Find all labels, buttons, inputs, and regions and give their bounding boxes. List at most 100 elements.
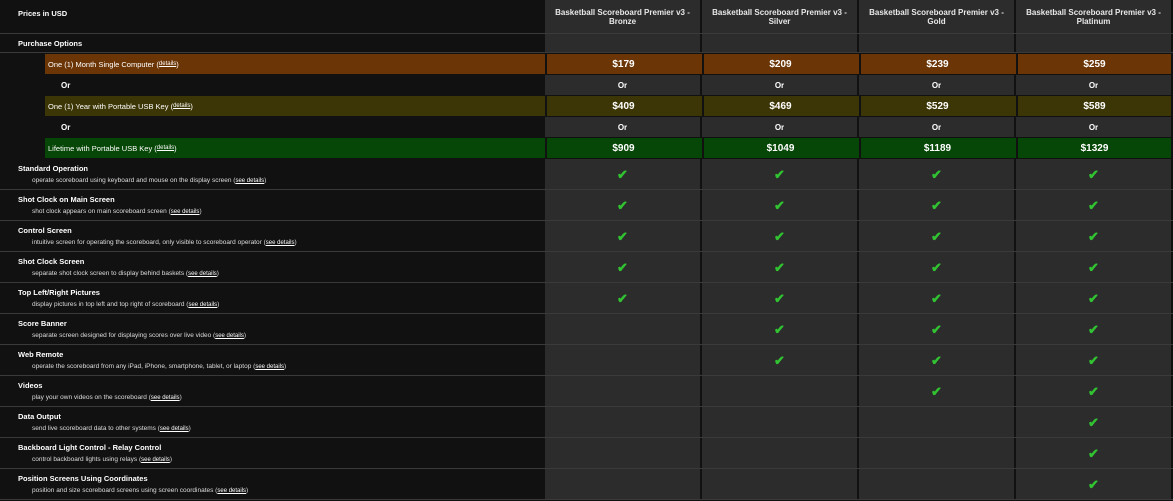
- check-icon: ✔: [1088, 383, 1099, 399]
- feature-cell: ✔: [859, 376, 1014, 406]
- see-details-link[interactable]: see details: [188, 302, 217, 308]
- column-title: Basketball Scoreboard Premier v3 - Silve…: [712, 7, 847, 26]
- check-icon: ✔: [1088, 259, 1099, 275]
- feature-desc-text: separate screen designed for displaying …: [32, 332, 216, 339]
- feature-cell: ✔: [702, 159, 857, 189]
- see-details-link[interactable]: see details: [215, 333, 244, 339]
- option-label: One (1) Month Single Computer (details): [48, 53, 179, 75]
- or-cell: Or: [1016, 117, 1171, 137]
- details-link[interactable]: details: [159, 61, 176, 67]
- check-icon: ✔: [1088, 290, 1099, 306]
- option-label: Lifetime with Portable USB Key (details): [48, 137, 177, 159]
- feature-desc-close: ): [199, 208, 202, 215]
- feature-cell: ✔: [545, 159, 700, 189]
- feature-cell: [859, 407, 1014, 437]
- price-cell[interactable]: $1049: [702, 138, 857, 158]
- feature-desc-text: control backboard lights using relays (: [32, 456, 142, 463]
- price-value: $589: [1083, 100, 1106, 112]
- feature-desc-text: play your own videos on the scoreboard (: [32, 394, 151, 401]
- feature-cell: ✔: [859, 159, 1014, 189]
- check-icon: ✔: [617, 228, 628, 244]
- feature-cell: [859, 469, 1014, 499]
- price-cell[interactable]: $469: [702, 96, 857, 116]
- see-details-link[interactable]: see details: [188, 271, 217, 277]
- feature-desc-close: ): [243, 332, 247, 339]
- option-name-close: ): [176, 59, 179, 69]
- feature-cell: [702, 469, 857, 499]
- details-link[interactable]: details: [173, 103, 190, 109]
- see-details-link[interactable]: see details: [171, 209, 200, 215]
- check-icon: ✔: [931, 166, 942, 182]
- see-details-link[interactable]: see details: [160, 426, 189, 432]
- feature-row: Backboard Light Control - Relay Control c…: [0, 438, 1173, 469]
- check-icon: ✔: [617, 166, 628, 182]
- see-details-link[interactable]: see details: [151, 395, 180, 401]
- price-value: $469: [769, 100, 792, 112]
- feature-row: Score Banner separate screen designed for…: [0, 314, 1173, 345]
- price-value: $1329: [1080, 142, 1109, 154]
- feature-desc-text: display pictures in top left and top rig…: [32, 301, 189, 308]
- check-icon: ✔: [1088, 321, 1099, 337]
- option-name: One (1) Year with Portable USB Key (: [48, 101, 174, 111]
- or-label: Or: [61, 122, 71, 132]
- feature-desc-close: ): [169, 456, 172, 463]
- feature-desc-close: ): [294, 239, 297, 246]
- price-cell[interactable]: $1189: [859, 138, 1014, 158]
- column-header: Basketball Scoreboard Premier v3 - Silve…: [702, 0, 857, 33]
- feature-cell: ✔: [859, 283, 1014, 313]
- feature-desc-close: ): [179, 394, 182, 401]
- see-details-link[interactable]: see details: [255, 364, 284, 370]
- check-icon: ✔: [1088, 445, 1099, 461]
- price-cell[interactable]: $1329: [1016, 138, 1171, 158]
- or-label: Or: [61, 80, 71, 90]
- price-cell[interactable]: $179: [545, 54, 700, 74]
- feature-desc-text: separate shot clock screen to display be…: [32, 270, 189, 277]
- check-icon: ✔: [931, 228, 942, 244]
- price-cell[interactable]: $209: [702, 54, 857, 74]
- feature-description: send live scoreboard data to other syste…: [32, 425, 191, 432]
- feature-cell: ✔: [702, 345, 857, 375]
- feature-cell: ✔: [545, 252, 700, 282]
- prices-label: Prices in USD: [18, 9, 68, 18]
- purchase-option-row: One (1) Year with Portable USB Key (deta…: [0, 95, 1173, 117]
- feature-title: Score Banner: [18, 319, 67, 328]
- price-cell[interactable]: $529: [859, 96, 1014, 116]
- check-icon: ✔: [617, 259, 628, 275]
- feature-desc-text: operate the scoreboard from any iPad, iP…: [32, 363, 256, 370]
- details-link[interactable]: details: [157, 145, 174, 151]
- feature-title: Videos: [18, 381, 43, 390]
- column-header: Basketball Scoreboard Premier v3 - Bronz…: [545, 0, 700, 33]
- price-cell[interactable]: $909: [545, 138, 700, 158]
- or-cell: Or: [545, 117, 700, 137]
- column-spacer: [702, 34, 857, 52]
- or-row: Or Or Or Or Or: [45, 75, 1173, 95]
- feature-cell: ✔: [859, 252, 1014, 282]
- see-details-link[interactable]: see details: [217, 488, 246, 494]
- or-cell: Or: [859, 75, 1014, 95]
- check-icon: ✔: [774, 197, 785, 213]
- or-text: Or: [774, 122, 785, 132]
- price-cell[interactable]: $239: [859, 54, 1014, 74]
- purchase-option-row: Lifetime with Portable USB Key (details)…: [0, 137, 1173, 159]
- purchase-options-label: Purchase Options: [18, 39, 83, 48]
- or-text: Or: [931, 122, 942, 132]
- feature-desc-close: ): [264, 177, 267, 184]
- option-name: Lifetime with Portable USB Key (: [48, 143, 157, 153]
- purchase-options-row: Purchase Options: [0, 34, 1173, 53]
- see-details-link[interactable]: see details: [266, 240, 295, 246]
- check-icon: ✔: [1088, 197, 1099, 213]
- price-cell[interactable]: $259: [1016, 54, 1171, 74]
- column-title: Basketball Scoreboard Premier v3 - Gold: [869, 7, 1004, 26]
- price-cell[interactable]: $589: [1016, 96, 1171, 116]
- price-cell[interactable]: $409: [545, 96, 700, 116]
- feature-desc-close: ): [188, 425, 191, 432]
- feature-cell: ✔: [1016, 469, 1171, 499]
- feature-cell: ✔: [545, 190, 700, 220]
- check-icon: ✔: [1088, 414, 1099, 430]
- see-details-link[interactable]: see details: [235, 178, 264, 184]
- check-icon: ✔: [931, 259, 942, 275]
- check-icon: ✔: [774, 321, 785, 337]
- see-details-link[interactable]: see details: [141, 457, 170, 463]
- check-icon: ✔: [774, 228, 785, 244]
- feature-title: Control Screen: [18, 226, 72, 235]
